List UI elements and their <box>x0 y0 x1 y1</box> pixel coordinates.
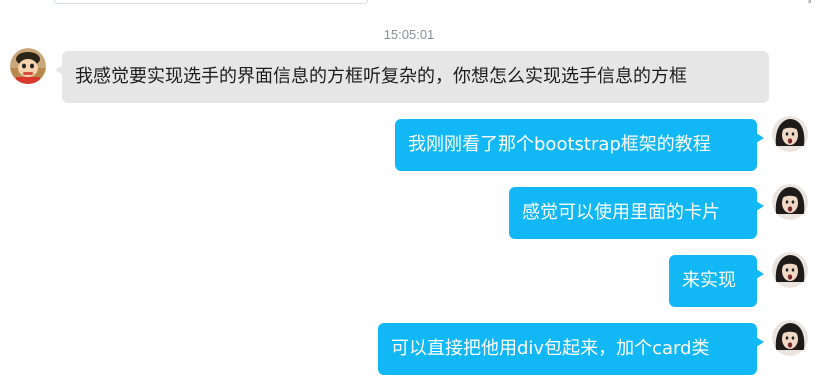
resize-icon[interactable]: ↘ <box>804 0 816 6</box>
message-text: 可以直接把他用div包起来，加个card类 <box>391 338 710 359</box>
outgoing-message-bubble[interactable]: 来实现 <box>669 255 764 307</box>
outgoing-message-bubble[interactable]: 感觉可以使用里面的卡片 <box>509 187 764 239</box>
outgoing-message-bubble[interactable]: 可以直接把他用div包起来，加个card类 <box>378 323 764 375</box>
contact-avatar[interactable] <box>10 48 46 84</box>
girl-photo-avatar-icon <box>772 320 808 356</box>
message-timestamp: 15:05:01 <box>383 27 435 42</box>
my-avatar[interactable] <box>772 116 808 152</box>
chat-window: ↘ 15:05:01 我感觉要实现选手的界面信息的方框听复杂的，你想怎么实现选手… <box>0 0 818 384</box>
my-avatar[interactable] <box>772 252 808 288</box>
message-text: 来实现 <box>682 270 736 291</box>
outgoing-message-bubble[interactable]: 我刚刚看了那个bootstrap框架的教程 <box>395 119 764 171</box>
girl-photo-avatar-icon <box>772 184 808 220</box>
cartoon-boy-avatar-icon <box>10 48 46 84</box>
message-text: 我刚刚看了那个bootstrap框架的教程 <box>408 134 711 155</box>
message-text: 感觉可以使用里面的卡片 <box>522 202 720 223</box>
girl-photo-avatar-icon <box>772 116 808 152</box>
my-avatar[interactable] <box>772 184 808 220</box>
my-avatar[interactable] <box>772 320 808 356</box>
message-text: 我感觉要实现选手的界面信息的方框听复杂的，你想怎么实现选手信息的方框 <box>75 66 687 87</box>
incoming-message-bubble[interactable]: 我感觉要实现选手的界面信息的方框听复杂的，你想怎么实现选手信息的方框 <box>55 51 769 103</box>
previous-message-edge <box>54 0 368 4</box>
girl-photo-avatar-icon <box>772 252 808 288</box>
